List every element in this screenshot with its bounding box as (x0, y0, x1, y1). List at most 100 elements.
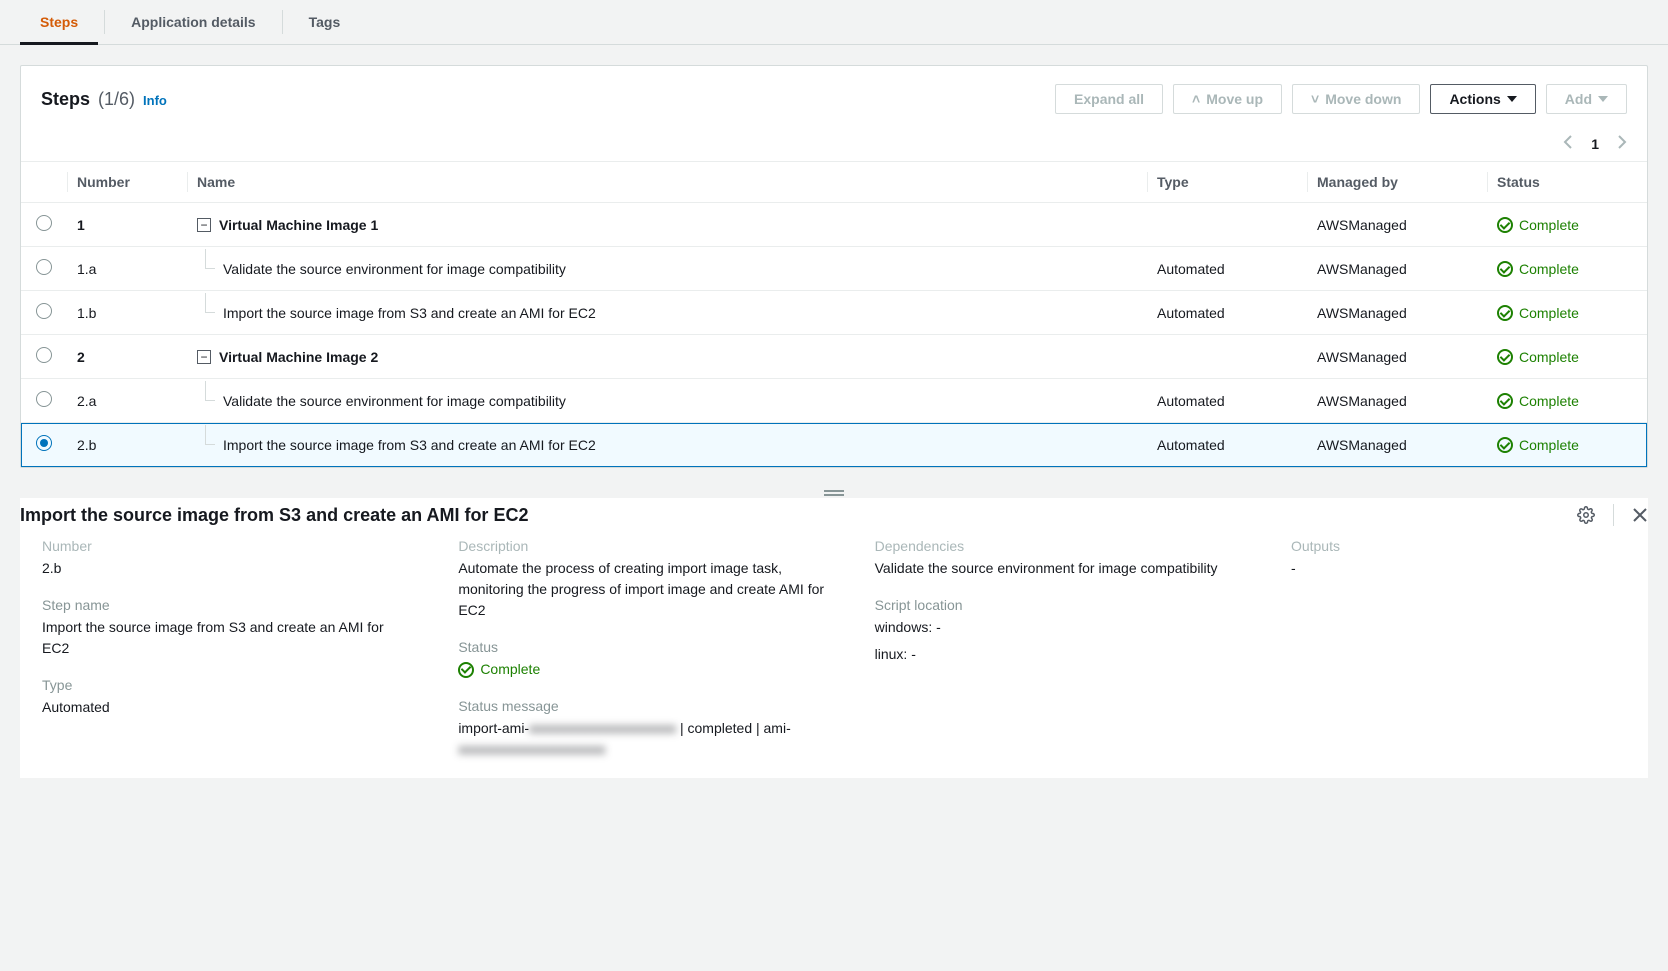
detail-col-3: Dependencies Validate the source environ… (853, 538, 1269, 778)
tree-connector (205, 425, 215, 445)
detail-columns: Number 2.b Step name Import the source i… (20, 536, 1648, 778)
panel-header: Steps (1/6) Info Expand all Move up Move… (21, 66, 1647, 126)
tabs-bar: Steps Application details Tags (0, 0, 1668, 45)
cell-name: Import the source image from S3 and crea… (187, 423, 1147, 467)
tree-connector (205, 249, 215, 269)
steps-table: Number Name Type Managed by Status 1−Vir… (21, 161, 1647, 467)
chevron-up-icon (1192, 91, 1200, 107)
check-circle-icon (458, 662, 474, 678)
status-text: Complete (1519, 393, 1579, 409)
row-radio[interactable] (36, 347, 52, 363)
table-row[interactable]: 1.bImport the source image from S3 and c… (21, 291, 1647, 335)
tab-tags[interactable]: Tags (289, 0, 361, 44)
cell-type: Automated (1147, 247, 1307, 291)
cell-number: 2.a (67, 379, 187, 423)
table-row[interactable]: 1.aValidate the source environment for i… (21, 247, 1647, 291)
value-status-message: import-ami-xxxxxxxxxxxxxxxxxxxxx | compl… (458, 718, 830, 760)
divider (1613, 504, 1614, 526)
check-circle-icon (1497, 217, 1513, 233)
script-linux: linux: - (875, 644, 1247, 665)
info-link[interactable]: Info (143, 93, 167, 108)
row-radio[interactable] (36, 435, 52, 451)
steps-panel: Steps (1/6) Info Expand all Move up Move… (20, 65, 1648, 468)
detail-col-1: Number 2.b Step name Import the source i… (20, 538, 436, 778)
col-status[interactable]: Status (1487, 162, 1647, 203)
check-circle-icon (1497, 393, 1513, 409)
triangle-down-icon (1507, 96, 1517, 102)
value-outputs: - (1291, 558, 1626, 579)
panel-count: (1/6) (98, 89, 135, 110)
collapse-icon[interactable]: − (197, 218, 211, 232)
col-number[interactable]: Number (67, 162, 187, 203)
add-button[interactable]: Add (1546, 84, 1627, 114)
detail-pane: Import the source image from S3 and crea… (20, 498, 1648, 778)
status-text: Complete (1519, 305, 1579, 321)
close-icon[interactable] (1632, 507, 1648, 523)
expand-all-button[interactable]: Expand all (1055, 84, 1163, 114)
cell-name: −Virtual Machine Image 2 (187, 335, 1147, 379)
name-text: Import the source image from S3 and crea… (223, 305, 596, 321)
value-script-location: windows: - linux: - (875, 617, 1247, 665)
label-description: Description (458, 538, 830, 554)
table-row[interactable]: 2.bImport the source image from S3 and c… (21, 423, 1647, 467)
panel-title-text: Steps (41, 89, 90, 110)
split-handle[interactable] (0, 488, 1668, 498)
row-radio[interactable] (36, 391, 52, 407)
status-text: Complete (1519, 261, 1579, 277)
cell-number: 2.b (67, 423, 187, 467)
move-up-button[interactable]: Move up (1173, 84, 1282, 114)
tab-steps[interactable]: Steps (20, 0, 98, 44)
cell-managed-by: AWSManaged (1307, 335, 1487, 379)
status-text: Complete (1519, 217, 1579, 233)
move-down-button[interactable]: Move down (1292, 84, 1420, 114)
status-text: Complete (480, 659, 540, 680)
cell-type (1147, 335, 1307, 379)
cell-type: Automated (1147, 291, 1307, 335)
cell-type: Automated (1147, 379, 1307, 423)
cell-managed-by: AWSManaged (1307, 203, 1487, 247)
row-radio[interactable] (36, 303, 52, 319)
tab-divider (282, 10, 283, 34)
tree-connector (205, 293, 215, 313)
cell-name: −Virtual Machine Image 1 (187, 203, 1147, 247)
panel-title: Steps (1/6) Info (41, 89, 167, 110)
row-radio[interactable] (36, 259, 52, 275)
value-dependencies: Validate the source environment for imag… (875, 558, 1247, 579)
label-status: Status (458, 639, 830, 655)
col-select (21, 162, 67, 203)
move-up-label: Move up (1206, 91, 1263, 107)
row-radio[interactable] (36, 215, 52, 231)
label-outputs: Outputs (1291, 538, 1626, 554)
detail-col-4: Outputs - (1269, 538, 1648, 778)
page-prev-icon[interactable] (1563, 134, 1573, 153)
actions-label: Actions (1449, 91, 1500, 107)
label-script-location: Script location (875, 597, 1247, 613)
col-name[interactable]: Name (187, 162, 1147, 203)
value-description: Automate the process of creating import … (458, 558, 830, 621)
gear-icon[interactable] (1577, 506, 1595, 524)
cell-status: Complete (1487, 379, 1647, 423)
table-row[interactable]: 2.aValidate the source environment for i… (21, 379, 1647, 423)
tree-connector (205, 381, 215, 401)
detail-title: Import the source image from S3 and crea… (20, 505, 528, 526)
add-label: Add (1565, 91, 1592, 107)
triangle-down-icon (1598, 96, 1608, 102)
collapse-icon[interactable]: − (197, 350, 211, 364)
label-dependencies: Dependencies (875, 538, 1247, 554)
table-row[interactable]: 2−Virtual Machine Image 2AWSManagedCompl… (21, 335, 1647, 379)
table-row[interactable]: 1−Virtual Machine Image 1AWSManagedCompl… (21, 203, 1647, 247)
script-windows: windows: - (875, 617, 1247, 638)
status-text: Complete (1519, 349, 1579, 365)
status-msg-prefix: import-ami- (458, 720, 529, 736)
tab-application-details[interactable]: Application details (111, 0, 275, 44)
col-type[interactable]: Type (1147, 162, 1307, 203)
pagination: 1 (21, 126, 1647, 161)
value-type: Automated (42, 697, 414, 718)
cell-status: Complete (1487, 203, 1647, 247)
col-managed-by[interactable]: Managed by (1307, 162, 1487, 203)
status-msg-redacted: xxxxxxxxxxxxxxxxxxxxx (458, 741, 605, 757)
page-next-icon[interactable] (1617, 134, 1627, 153)
cell-managed-by: AWSManaged (1307, 423, 1487, 467)
actions-button[interactable]: Actions (1430, 84, 1535, 114)
status-msg-redacted: xxxxxxxxxxxxxxxxxxxxx (529, 720, 676, 736)
